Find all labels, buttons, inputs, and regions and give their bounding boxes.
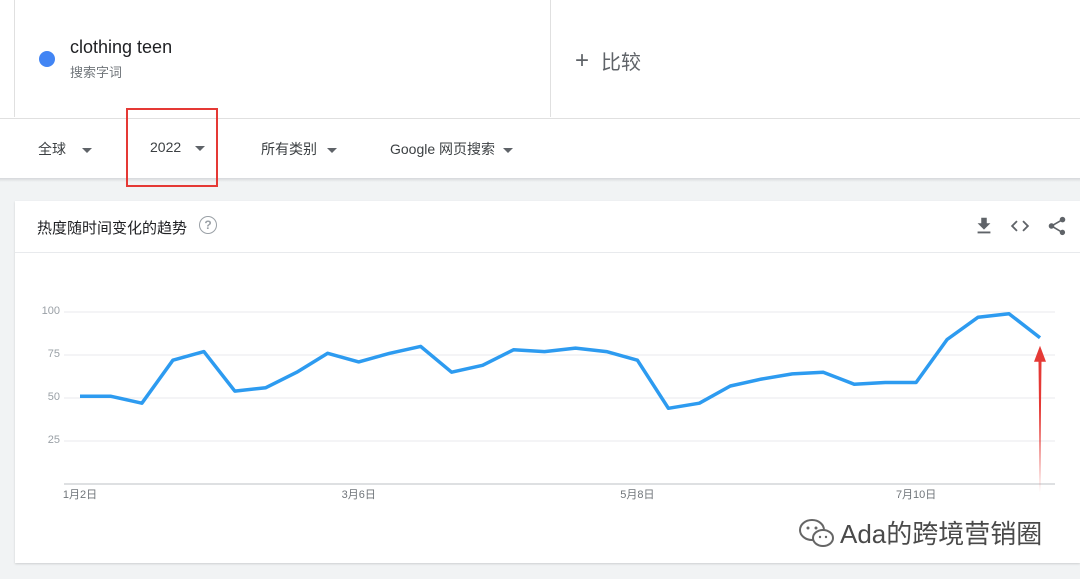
trend-card: 热度随时间变化的趋势 ?: [15, 201, 1080, 563]
wechat-icon: [799, 519, 834, 547]
watermark-text: Ada的跨境营销圈: [840, 519, 1043, 549]
search-term-type: 搜索字词: [70, 65, 123, 80]
caret-down-icon: [327, 147, 337, 153]
x-tick-label: 1月2日: [62, 489, 98, 501]
region-dropdown[interactable]: 全球: [38, 139, 92, 159]
share-icon[interactable]: [1046, 215, 1068, 237]
y-tick-label: 50: [47, 391, 60, 403]
category-label: 所有类别: [261, 141, 317, 157]
term-bar: clothing teen 搜索字词 + 比较: [0, 0, 1080, 118]
embed-icon[interactable]: [1009, 215, 1031, 237]
highlight-box: [126, 108, 218, 187]
y-tick-label: 100: [41, 305, 60, 317]
search-term-card[interactable]: clothing teen 搜索字词: [14, 0, 551, 117]
plus-icon: +: [575, 46, 590, 74]
source-label: Google 网页搜索: [390, 141, 496, 157]
download-icon[interactable]: [973, 215, 995, 237]
category-dropdown[interactable]: 所有类别: [261, 139, 337, 159]
caret-down-icon: [503, 147, 514, 153]
card-title: 热度随时间变化的趋势: [37, 220, 188, 237]
region-label: 全球: [38, 141, 66, 157]
x-tick-label: 7月10日: [895, 489, 937, 501]
compare-button[interactable]: + 比较: [575, 46, 641, 75]
source-dropdown[interactable]: Google 网页搜索: [390, 139, 514, 159]
card-header: 热度随时间变化的趋势 ?: [15, 201, 1080, 253]
x-tick-label: 3月6日: [341, 489, 376, 501]
series-color-dot: [39, 51, 55, 67]
x-tick-label: 5月8日: [620, 489, 655, 501]
search-term-name[interactable]: clothing teen: [70, 37, 172, 58]
y-tick-label: 25: [47, 434, 60, 446]
y-tick-label: 75: [47, 348, 60, 360]
help-icon[interactable]: ?: [199, 216, 217, 234]
caret-down-icon: [82, 147, 92, 153]
compare-label: 比较: [601, 52, 642, 74]
